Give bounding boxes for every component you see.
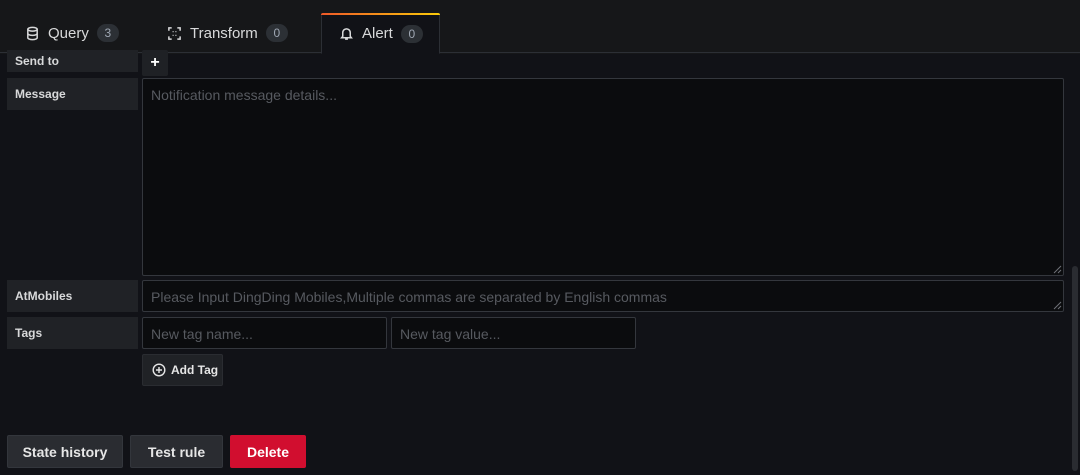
tag-value-input[interactable]: New tag value... xyxy=(391,317,636,349)
message-placeholder: Notification message details... xyxy=(151,87,337,103)
send-to-label: Send to xyxy=(7,50,138,72)
resize-grip-icon[interactable] xyxy=(1053,265,1062,274)
tab-alert-count: 0 xyxy=(400,24,423,43)
tag-name-input[interactable]: New tag name... xyxy=(142,317,387,349)
plus-icon: + xyxy=(150,54,160,71)
atmobiles-input[interactable]: Please Input DingDing Mobiles,Multiple c… xyxy=(142,280,1064,312)
tags-label: Tags xyxy=(7,317,138,349)
alert-editor: Query 3 Transform 0 Alert 0 Send to + Me… xyxy=(0,0,1080,475)
delete-button[interactable]: Delete xyxy=(230,435,306,468)
tag-value-placeholder: New tag value... xyxy=(400,326,501,342)
resize-grip-icon[interactable] xyxy=(1053,301,1062,310)
atmobiles-placeholder: Please Input DingDing Mobiles,Multiple c… xyxy=(151,289,667,305)
add-tag-button[interactable]: Add Tag xyxy=(142,354,223,386)
add-tag-label: Add Tag xyxy=(171,363,219,377)
message-label: Message xyxy=(7,78,138,110)
alert-form: Send to + Message Notification message d… xyxy=(0,50,1080,475)
database-icon xyxy=(24,25,40,41)
tab-bar: Query 3 Transform 0 Alert 0 xyxy=(0,0,1080,54)
tab-query-count: 3 xyxy=(96,24,119,42)
tag-name-placeholder: New tag name... xyxy=(151,326,253,342)
transform-icon xyxy=(166,25,182,41)
bell-icon xyxy=(338,26,354,42)
scrollbar[interactable] xyxy=(1072,266,1078,471)
test-rule-button[interactable]: Test rule xyxy=(130,435,223,468)
tab-query-label: Query xyxy=(48,24,89,42)
tab-alert[interactable]: Alert 0 xyxy=(321,13,440,54)
state-history-button[interactable]: State history xyxy=(7,435,123,468)
plus-circle-icon xyxy=(152,363,166,377)
tab-query[interactable]: Query 3 xyxy=(8,13,135,53)
add-notification-channel-button[interactable]: + xyxy=(142,50,168,76)
tab-transform-label: Transform xyxy=(190,24,258,42)
message-textarea[interactable]: Notification message details... xyxy=(142,78,1064,276)
tab-transform-count: 0 xyxy=(265,24,288,42)
tab-alert-label: Alert xyxy=(362,25,393,42)
tab-transform[interactable]: Transform 0 xyxy=(150,13,304,53)
atmobiles-label: AtMobiles xyxy=(7,280,138,312)
